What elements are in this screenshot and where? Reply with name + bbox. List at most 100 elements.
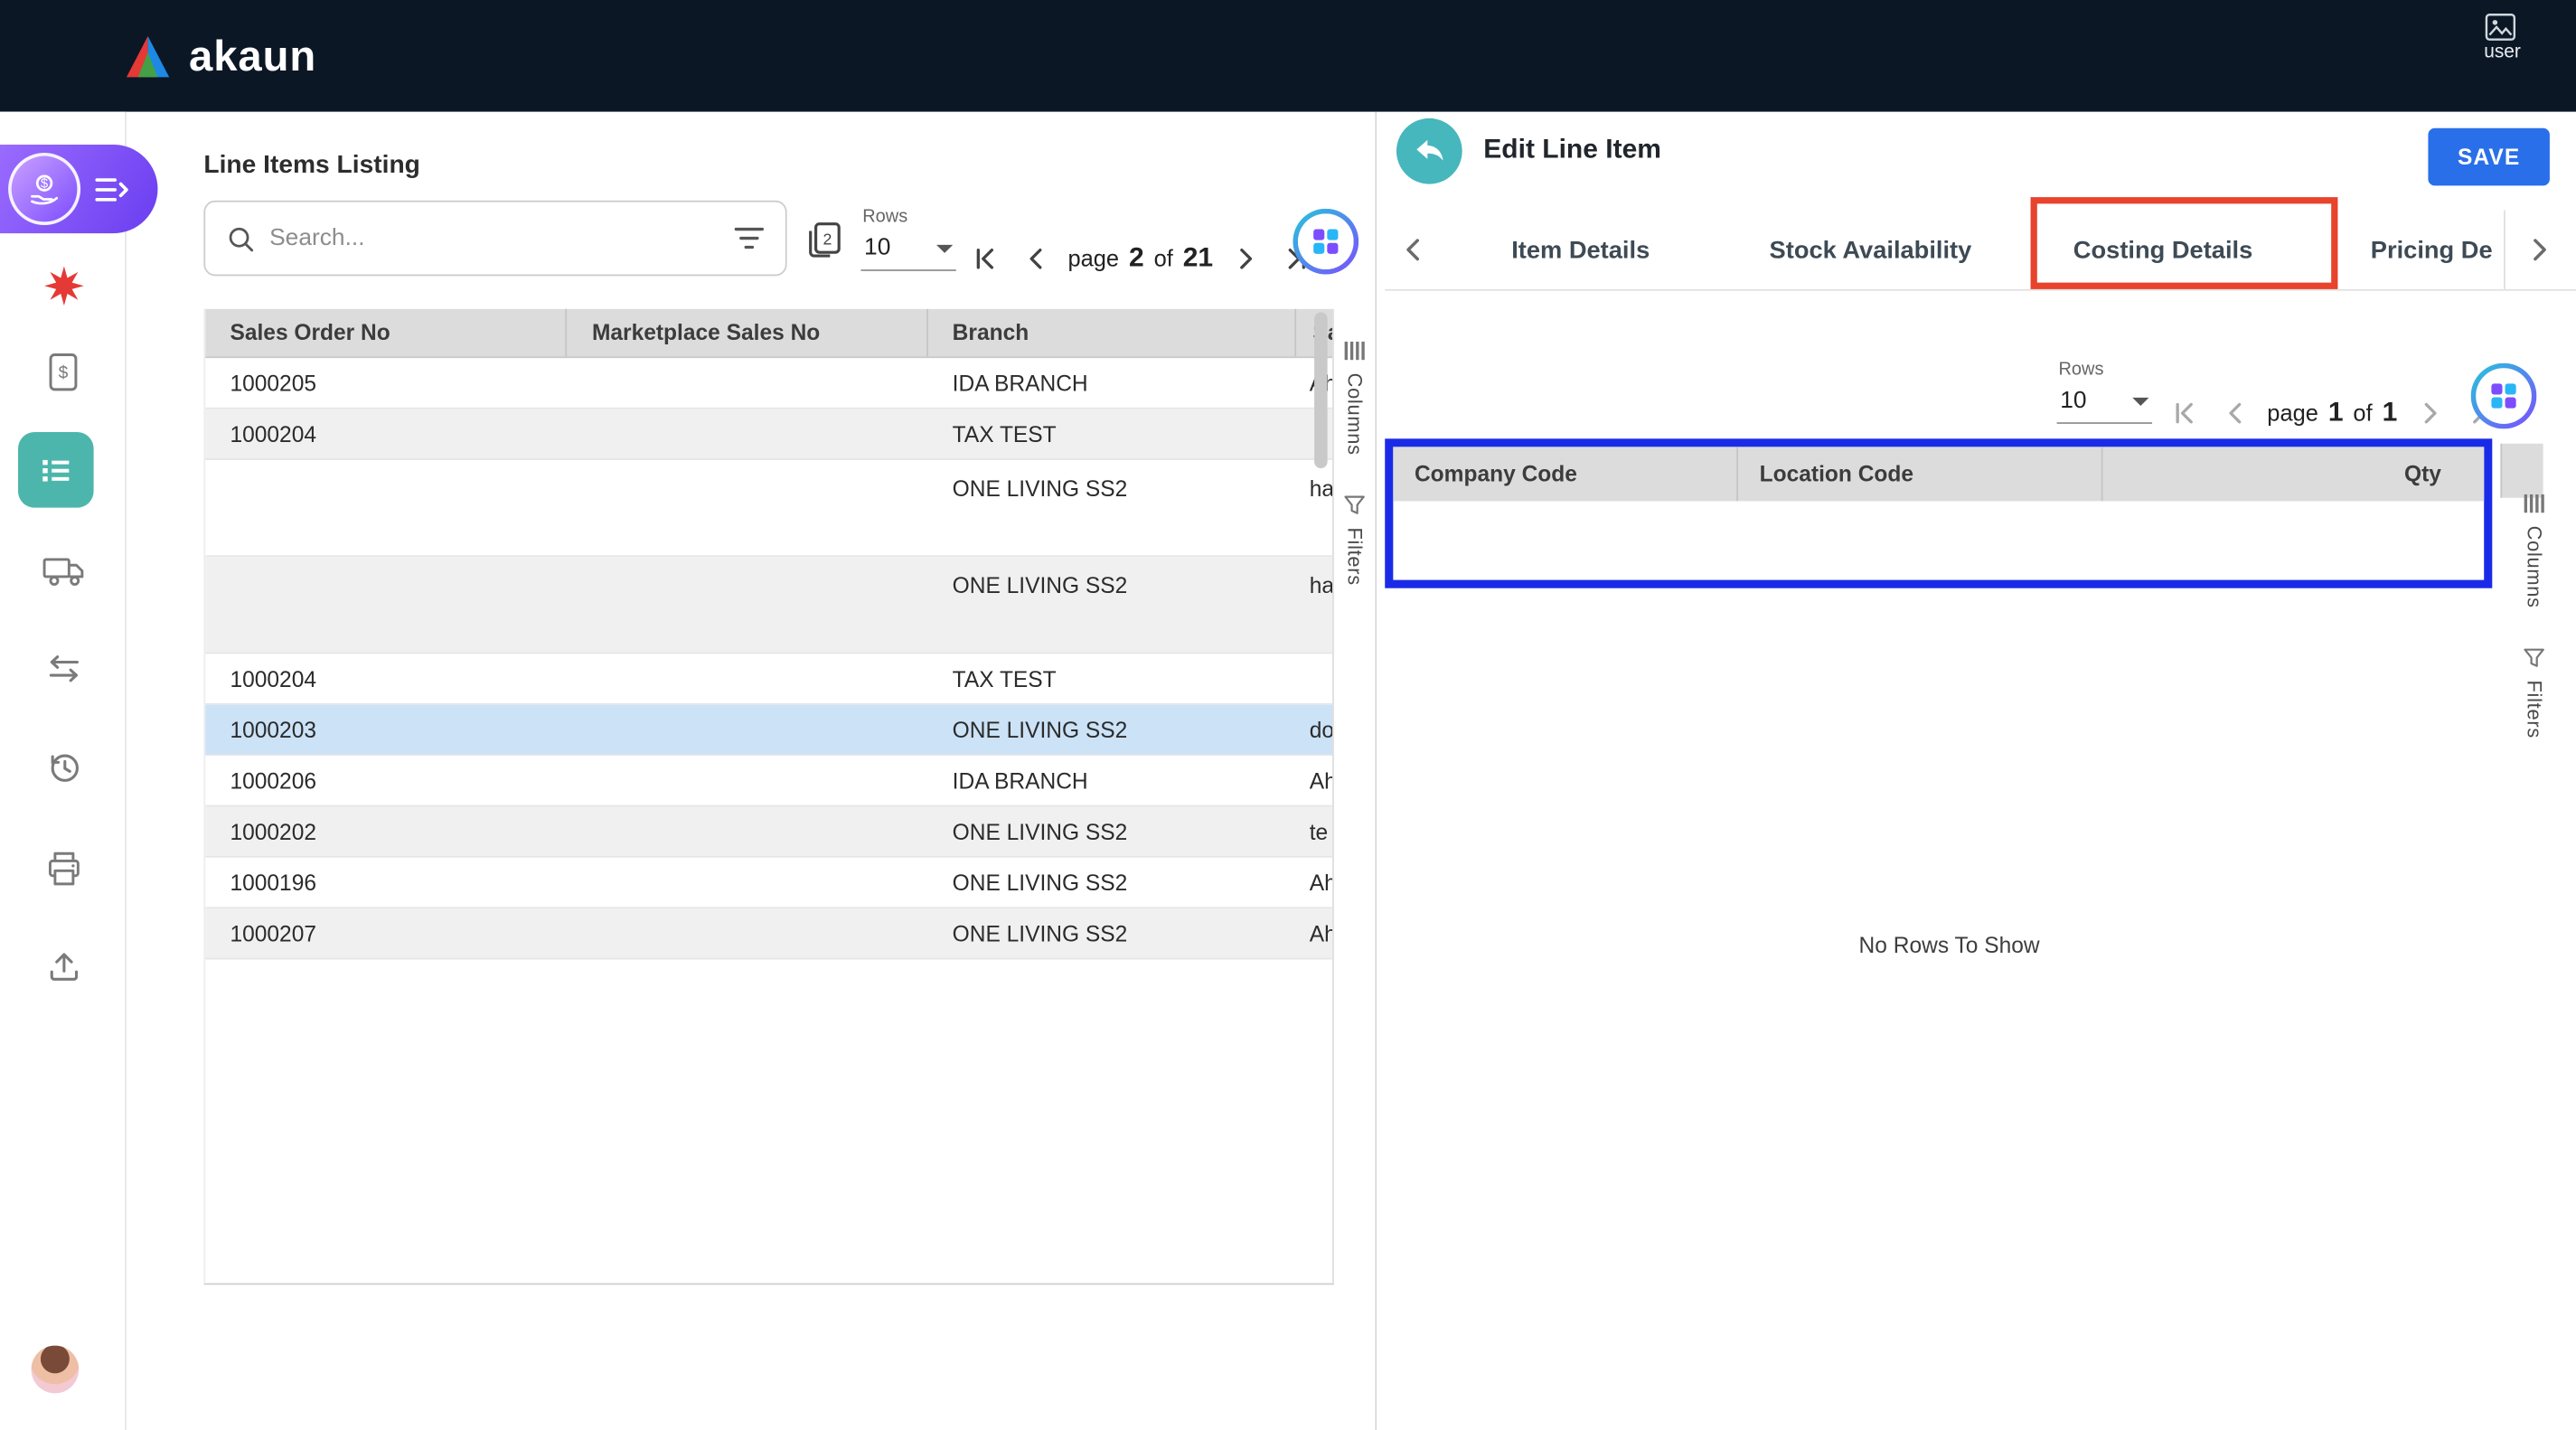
profile-avatar[interactable]: [32, 1346, 80, 1394]
rows-per-page-select[interactable]: 10: [2057, 384, 2152, 424]
table-row[interactable]: 1000202 ONE LIVING SS2 te: [205, 806, 1332, 857]
annotation-blue-box: Company Code Location Code Qty: [1385, 438, 2492, 588]
cell-branch: ONE LIVING SS2: [927, 858, 1296, 908]
cell-clipped: do: [1296, 705, 1332, 755]
columns-panel-tab[interactable]: Columns: [1343, 337, 1366, 459]
search-filter-button[interactable]: [733, 225, 766, 251]
filters-panel-tab[interactable]: Filters: [2523, 644, 2545, 742]
rows-value: 10: [864, 235, 890, 261]
columns-icon: [2524, 493, 2545, 514]
cell-clipped: ha: [1296, 557, 1332, 652]
sidebar-item-line-items-listing[interactable]: [18, 432, 94, 508]
svg-text:$: $: [59, 363, 69, 382]
save-button[interactable]: SAVE: [2428, 128, 2550, 186]
grid-view-button[interactable]: [2471, 363, 2537, 429]
cell-marketplace-sales-no: [568, 756, 928, 805]
table-row[interactable]: 1000204 TAX TEST: [205, 654, 1332, 704]
table-row-selected[interactable]: 1000203 ONE LIVING SS2 do: [205, 705, 1332, 756]
search-input[interactable]: [269, 225, 719, 251]
cell-clipped: Ah: [1296, 756, 1332, 805]
reply-arrow-icon: [1411, 133, 1447, 169]
cell-marketplace-sales-no: [568, 358, 928, 408]
rows-value: 10: [2060, 388, 2086, 414]
sidebar-item-delivery[interactable]: [0, 531, 127, 609]
cell-marketplace-sales-no: [568, 705, 928, 755]
grid-icon: [2487, 380, 2520, 412]
table-row[interactable]: ONE LIVING SS2 ha: [205, 557, 1332, 654]
cell-branch: ONE LIVING SS2: [927, 806, 1296, 856]
tab-item-details[interactable]: Item Details: [1511, 211, 1650, 289]
cell-sales-order-no: 1000204: [205, 654, 567, 703]
cell-marketplace-sales-no: [568, 460, 928, 555]
cell-sales-order-no: 1000203: [205, 705, 567, 755]
empty-table-message: No Rows To Show: [1385, 933, 2514, 957]
table-row[interactable]: 1000204 TAX TEST: [205, 409, 1332, 460]
first-page-button[interactable]: [2166, 391, 2202, 434]
sidebar-item-history[interactable]: [0, 728, 127, 806]
table-row[interactable]: 1000206 IDA BRANCH Ah: [205, 756, 1332, 806]
sidebar-expand-button[interactable]: [80, 153, 143, 225]
panel-title: Edit Line Item: [1483, 135, 1661, 166]
sales-module-button[interactable]: $: [8, 153, 80, 225]
funnel-icon: [1344, 494, 1366, 516]
logo-text: akaun: [189, 31, 316, 81]
tab-stock-availability[interactable]: Stock Availability: [1770, 211, 1972, 289]
cell-clipped: te: [1296, 806, 1332, 856]
columns-tab-label: Columns: [2523, 526, 2545, 608]
col-header-sales-order-no[interactable]: Sales Order No: [205, 309, 567, 357]
akaun-logo[interactable]: akaun: [122, 0, 317, 112]
next-page-button[interactable]: [2412, 391, 2449, 434]
first-page-icon: [970, 244, 998, 272]
grid-view-button[interactable]: [1293, 209, 1359, 275]
pages-icon: 2: [804, 219, 846, 261]
table-row[interactable]: 1000196 ONE LIVING SS2 Ah: [205, 858, 1332, 908]
sidebar-item-apps[interactable]: [0, 247, 127, 325]
table-row[interactable]: 1000205 IDA BRANCH Ah: [205, 358, 1332, 409]
col-header-qty[interactable]: Qty: [2103, 447, 2485, 501]
first-page-button[interactable]: [966, 237, 1002, 279]
filters-panel-tab[interactable]: Filters: [1343, 492, 1366, 589]
line-items-table: Sales Order No Marketplace Sales No Bran…: [203, 309, 1334, 1285]
prev-page-button[interactable]: [1017, 237, 1053, 279]
tabs-scroll-right-button[interactable]: [2504, 211, 2572, 289]
sidebar-item-print[interactable]: [0, 828, 127, 907]
cell-branch: ONE LIVING SS2: [927, 460, 1296, 555]
col-header-company-code[interactable]: Company Code: [1393, 447, 1738, 501]
next-page-button[interactable]: [1227, 237, 1264, 279]
cell-marketplace-sales-no: [568, 806, 928, 856]
rows-per-page-select[interactable]: 10: [860, 231, 955, 271]
printer-icon: [43, 849, 83, 887]
pagination: page 1 of 1: [2166, 383, 2499, 442]
cell-sales-order-no: [205, 460, 567, 555]
page-title: Line Items Listing: [203, 151, 419, 181]
table-row[interactable]: ONE LIVING SS2 ha: [205, 460, 1332, 557]
prev-page-button[interactable]: [2216, 391, 2252, 434]
scrollbar[interactable]: [1314, 312, 1328, 468]
table-row[interactable]: 1000207 ONE LIVING SS2 Ah: [205, 908, 1332, 959]
cell-sales-order-no: [205, 557, 567, 652]
tab-costing-details[interactable]: Costing Details: [2073, 211, 2252, 289]
page-indicator: page 1 of 1: [2267, 397, 2397, 428]
tab-pricing-details[interactable]: Pricing De: [2371, 211, 2504, 289]
sidebar-item-transfer[interactable]: [0, 629, 127, 708]
tabs-scroll-left-button[interactable]: [1388, 211, 1438, 289]
pages-button[interactable]: 2: [800, 215, 850, 265]
columns-panel-tab[interactable]: Columns: [2523, 490, 2545, 612]
sidebar-item-upload[interactable]: [0, 927, 127, 1005]
cell-branch: ONE LIVING SS2: [927, 705, 1296, 755]
col-header-branch[interactable]: Branch: [927, 309, 1296, 357]
sidebar-item-invoice[interactable]: $: [0, 332, 127, 410]
funnel-icon: [2524, 647, 2545, 669]
truck-icon: [42, 552, 84, 588]
col-header-location-code[interactable]: Location Code: [1738, 447, 2103, 501]
burst-icon: [42, 265, 84, 307]
right-grid-side-strip: Columns Filters: [2514, 490, 2554, 742]
col-header-marketplace-sales-no[interactable]: Marketplace Sales No: [568, 309, 928, 357]
chevron-left-icon: [1398, 235, 1428, 265]
cell-clipped: Ah: [1296, 908, 1332, 958]
cell-sales-order-no: 1000207: [205, 908, 567, 958]
user-avatar[interactable]: user: [2484, 14, 2521, 63]
swap-horizontal-icon: [42, 653, 84, 685]
cell-branch: TAX TEST: [927, 409, 1296, 459]
back-button[interactable]: [1396, 118, 1462, 184]
